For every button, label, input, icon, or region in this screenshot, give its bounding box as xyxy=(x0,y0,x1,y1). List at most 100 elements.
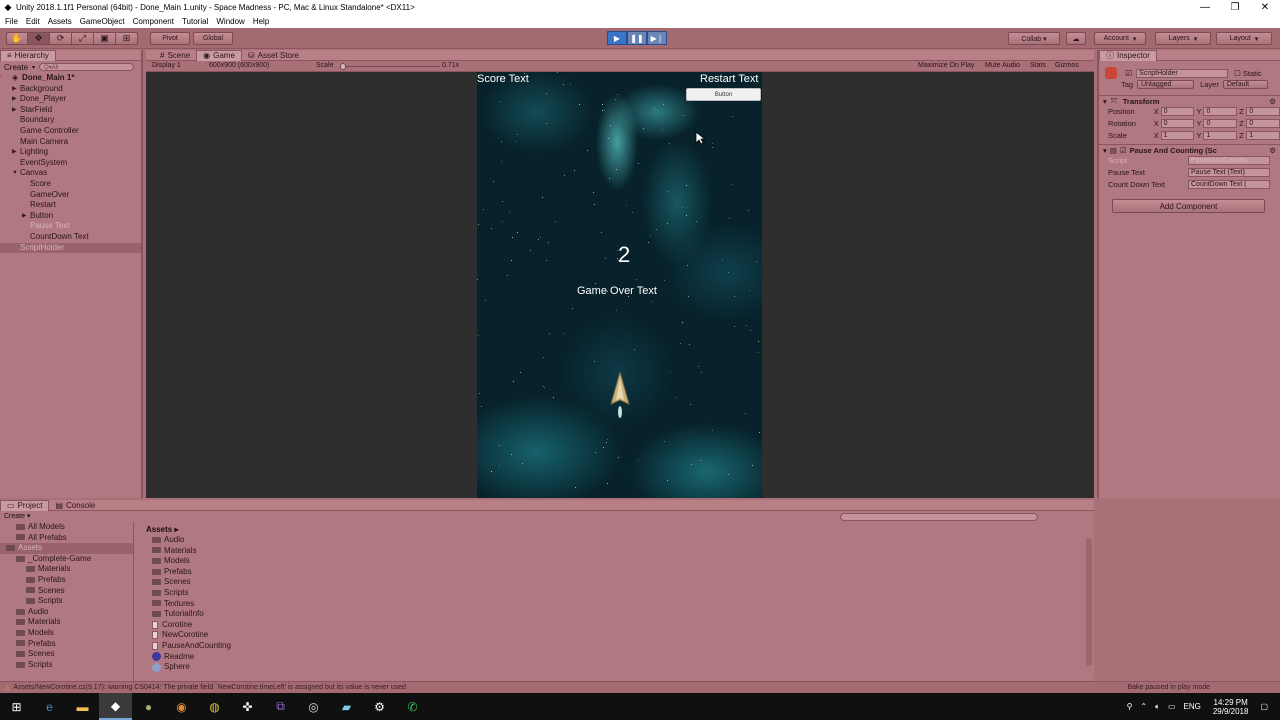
transform-x-field[interactable]: 1 xyxy=(1160,131,1195,140)
minimize-button[interactable]: — xyxy=(1190,0,1220,15)
gizmos-dropdown[interactable]: Gizmos xyxy=(1055,62,1079,69)
asset-item[interactable]: Audio xyxy=(146,535,1086,546)
scale-tool-icon[interactable]: ⤢ xyxy=(72,32,94,45)
hierarchy-item[interactable]: ▶ Button xyxy=(0,211,141,222)
transform-tool-icon[interactable]: ⊞ xyxy=(116,32,138,45)
maximize-on-play-toggle[interactable]: Maximize On Play xyxy=(918,62,974,69)
rect-tool-icon[interactable]: ▣ xyxy=(94,32,116,45)
pivot-toggle[interactable]: Pivot xyxy=(150,32,190,45)
project-tree-item[interactable]: All Prefabs xyxy=(0,533,133,544)
hierarchy-item[interactable]: Pause Text xyxy=(0,221,141,232)
hierarchy-item[interactable]: Score xyxy=(0,179,141,190)
transform-z-field[interactable]: 0 xyxy=(1246,107,1280,116)
tab-console[interactable]: ▤ Console xyxy=(49,500,101,511)
asset-item[interactable]: Scripts xyxy=(146,588,1086,599)
component-field-value[interactable]: PauseAndCountin xyxy=(1188,156,1270,165)
project-tree-item[interactable]: Scenes xyxy=(0,586,133,597)
project-tree-item[interactable]: Scenes xyxy=(0,649,133,660)
hierarchy-search-input[interactable]: Q▾All xyxy=(39,63,135,71)
whatsapp-icon[interactable]: ✆ xyxy=(396,693,429,720)
menu-component[interactable]: Component xyxy=(133,17,174,26)
transform-z-field[interactable]: 0 xyxy=(1246,119,1280,128)
expand-arrow-icon[interactable]: ▶ xyxy=(12,105,17,116)
asset-item[interactable]: TutorialInfo xyxy=(146,609,1086,620)
hierarchy-item[interactable]: ▶ Lighting xyxy=(0,147,141,158)
component-settings-icon[interactable]: ⚙ xyxy=(1269,97,1276,106)
project-tree-item[interactable]: Materials xyxy=(0,617,133,628)
tab-asset-store[interactable]: ⛁ Asset Store xyxy=(242,50,305,61)
status-message[interactable]: Assets/NewCorotine.cs(9,17): warning CS0… xyxy=(13,684,406,691)
expand-arrow-icon[interactable]: ▶ xyxy=(12,84,17,95)
hierarchy-item[interactable]: Main Camera xyxy=(0,137,141,148)
tab-hierarchy[interactable]: ≡ Hierarchy xyxy=(0,49,56,61)
unity-icon[interactable]: ◆ xyxy=(99,693,132,720)
tab-inspector[interactable]: ⓘ Inspector xyxy=(1099,49,1157,61)
settings-icon[interactable]: ⚙ xyxy=(363,693,396,720)
media-icon[interactable]: ◎ xyxy=(297,693,330,720)
people-icon[interactable]: ⚲ xyxy=(1127,702,1133,711)
project-tree-item[interactable]: Prefabs xyxy=(0,575,133,586)
add-component-button[interactable]: Add Component xyxy=(1112,199,1265,213)
hierarchy-item[interactable]: Boundary xyxy=(0,115,141,126)
menu-help[interactable]: Help xyxy=(253,17,269,26)
play-button[interactable]: ▶ xyxy=(607,31,627,45)
project-tree-item[interactable]: Prefabs xyxy=(0,639,133,650)
rotate-tool-icon[interactable]: ⟳ xyxy=(50,32,72,45)
hierarchy-item[interactable]: ScriptHolder xyxy=(0,242,141,254)
menu-tutorial[interactable]: Tutorial xyxy=(182,17,208,26)
step-button[interactable]: ▶❘ xyxy=(647,31,667,45)
asset-item[interactable]: Prefabs xyxy=(146,567,1086,578)
menu-edit[interactable]: Edit xyxy=(26,17,40,26)
expand-arrow-icon[interactable]: ▶ xyxy=(12,147,17,158)
active-checkbox[interactable]: ☑ xyxy=(1125,69,1132,78)
game-screen[interactable]: Score Text Restart Text Button 2 Game Ov… xyxy=(477,72,762,498)
chevron-up-icon[interactable]: ⌃ xyxy=(1140,702,1147,711)
windows-start-icon[interactable]: ⊞ xyxy=(0,693,33,720)
edge-icon[interactable]: e xyxy=(33,693,66,720)
menu-file[interactable]: File xyxy=(5,17,18,26)
chrome-icon[interactable]: ◍ xyxy=(198,693,231,720)
account-dropdown[interactable]: Account ▾ xyxy=(1094,32,1146,45)
expand-arrow-icon[interactable]: ▶ xyxy=(12,94,17,105)
close-button[interactable]: ✕ xyxy=(1250,0,1280,15)
move-tool-icon[interactable]: ✥ xyxy=(28,32,50,45)
transform-y-field[interactable]: 0 xyxy=(1203,107,1238,116)
asset-item[interactable]: Scenes xyxy=(146,577,1086,588)
hand-tool-icon[interactable]: ✋ xyxy=(6,32,28,45)
project-tree-item[interactable]: Models xyxy=(0,628,133,639)
transform-y-field[interactable]: 1 xyxy=(1203,131,1238,140)
static-checkbox[interactable]: ☐ xyxy=(1234,69,1241,78)
network-icon[interactable]: ▭ xyxy=(1168,702,1176,711)
project-tree-item[interactable]: Assets xyxy=(0,543,133,554)
hierarchy-item[interactable]: EventSystem xyxy=(0,158,141,169)
asset-item[interactable]: Models xyxy=(146,556,1086,567)
resolution-dropdown[interactable]: 600x900 (600x900) xyxy=(209,62,269,69)
hierarchy-item[interactable]: ▶ Done_Player xyxy=(0,94,141,105)
hierarchy-item[interactable]: Restart xyxy=(0,200,141,211)
asset-item[interactable]: Materials xyxy=(146,546,1086,557)
tab-scene[interactable]: # Scene xyxy=(154,50,196,61)
transform-z-field[interactable]: 1 xyxy=(1246,131,1280,140)
visual-studio-icon[interactable]: ⧉ xyxy=(264,693,297,720)
scale-slider-handle[interactable] xyxy=(340,63,346,70)
hierarchy-item[interactable]: GameOver xyxy=(0,190,141,201)
expand-arrow-open-icon[interactable]: ▼ xyxy=(12,168,18,179)
asset-item[interactable]: Corotine xyxy=(146,620,1086,631)
component-enabled-checkbox[interactable]: ☑ xyxy=(1120,146,1127,155)
global-toggle[interactable]: Global xyxy=(193,32,233,45)
project-tree-item[interactable]: Scripts xyxy=(0,596,133,607)
ui-button[interactable]: Button xyxy=(686,88,761,101)
asset-item[interactable]: Textures xyxy=(146,599,1086,610)
menu-window[interactable]: Window xyxy=(216,17,244,26)
asset-item[interactable]: Sphere xyxy=(146,662,1086,673)
project-tree-item[interactable]: Scripts xyxy=(0,660,133,671)
hierarchy-item[interactable]: ▶ Background xyxy=(0,84,141,95)
notifications-icon[interactable]: ▢ xyxy=(1260,702,1268,711)
project-breadcrumb[interactable]: Assets ▸ xyxy=(146,525,178,534)
hierarchy-create-button[interactable]: Create xyxy=(4,63,28,72)
menu-assets[interactable]: Assets xyxy=(48,17,72,26)
scale-slider[interactable] xyxy=(340,63,440,70)
project-search-input[interactable] xyxy=(840,513,1038,521)
project-scrollbar[interactable] xyxy=(1086,538,1092,666)
volume-icon[interactable]: 🔈︎ xyxy=(1155,702,1160,712)
